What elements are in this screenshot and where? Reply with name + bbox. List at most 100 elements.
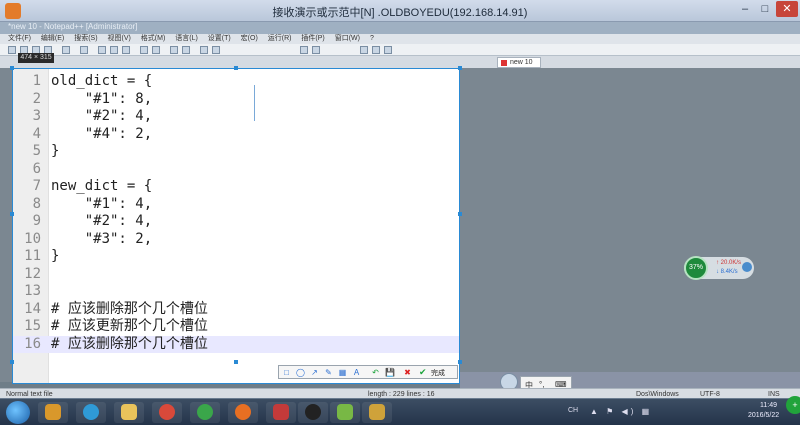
close-button[interactable]: ✕ <box>776 1 798 17</box>
tray-icons[interactable]: ▲ ⚑ ◀) ▦ <box>590 407 652 416</box>
code-text[interactable]: "#2": 4, <box>51 108 152 125</box>
code-text[interactable]: # 应该删除那个几个槽位 <box>51 336 208 353</box>
taskbar-app-explorer[interactable] <box>114 402 144 423</box>
record-macro-icon[interactable] <box>360 46 368 54</box>
code-line[interactable]: 15 # 应该更新那个几个槽位 <box>13 318 459 335</box>
taskbar-app-notes[interactable] <box>330 402 360 423</box>
menu-window[interactable]: 窗口(W) <box>335 34 360 44</box>
screenshot-selection[interactable]: 1 old_dict = {2 "#1": 8, 3 "#2": 4, 4 "#4":… <box>12 68 460 384</box>
undo-icon[interactable] <box>140 46 148 54</box>
taskbar-app-media[interactable] <box>266 402 296 423</box>
code-line[interactable]: 13 <box>13 283 459 300</box>
redo-icon[interactable] <box>152 46 160 54</box>
code-line[interactable]: 14 # 应该删除那个几个槽位 <box>13 301 459 318</box>
code-text[interactable]: "#2": 4, <box>51 213 152 230</box>
notification-badge[interactable]: + <box>786 396 800 414</box>
print-icon[interactable] <box>80 46 88 54</box>
zoom-out-icon[interactable] <box>212 46 220 54</box>
code-text[interactable]: old_dict = { <box>51 73 152 90</box>
resize-handle-right[interactable] <box>458 212 462 216</box>
clock-date[interactable]: 2016/5/22 <box>748 412 779 419</box>
menu-macro[interactable]: 宏(O) <box>241 34 258 44</box>
menu-view[interactable]: 视图(V) <box>108 34 131 44</box>
resize-handle-bottom[interactable] <box>234 360 238 364</box>
code-text[interactable]: "#1": 8, <box>51 91 152 108</box>
code-line[interactable]: 10 "#3": 2, <box>13 231 459 248</box>
taskbar-app-tool[interactable] <box>362 402 392 423</box>
menu-help[interactable]: ? <box>370 34 374 44</box>
maximize-button[interactable]: □ <box>756 1 774 17</box>
code-line[interactable]: 6 <box>13 161 459 178</box>
cut-icon[interactable] <box>98 46 106 54</box>
cancel-capture-icon[interactable]: ✖ <box>403 368 412 377</box>
code-text[interactable]: # 应该删除那个几个槽位 <box>51 301 208 318</box>
network-monitor-widget[interactable]: 37% ↑ 20.0K/s ↓ 8.4K/s <box>684 256 754 280</box>
code-line[interactable]: 11} <box>13 248 459 265</box>
code-text[interactable]: } <box>51 248 59 265</box>
taskbar-app-firefox[interactable] <box>228 402 258 423</box>
code-line[interactable]: 7 new_dict = { <box>13 178 459 195</box>
menu-plugins[interactable]: 插件(P) <box>301 34 324 44</box>
menu-language[interactable]: 语言(L) <box>175 34 198 44</box>
taskbar-app-chrome[interactable] <box>152 402 182 423</box>
done-button[interactable]: 完成 <box>431 368 445 378</box>
stop-macro-icon[interactable] <box>372 46 380 54</box>
menu-settings[interactable]: 设置(T) <box>208 34 231 44</box>
code-text[interactable]: "#1": 4, <box>51 196 152 213</box>
code-line[interactable]: 1 old_dict = { <box>13 73 459 90</box>
confirm-check-icon[interactable]: ✔ <box>419 367 427 378</box>
copy-icon[interactable] <box>110 46 118 54</box>
menu-format[interactable]: 格式(M) <box>141 34 166 44</box>
taskbar-app-ie[interactable] <box>76 402 106 423</box>
tray-language[interactable]: CH <box>568 407 578 414</box>
menu-file[interactable]: 文件(F) <box>8 34 31 44</box>
show-all-icon[interactable] <box>312 46 320 54</box>
paste-icon[interactable] <box>122 46 130 54</box>
menu-run[interactable]: 运行(R) <box>268 34 292 44</box>
undo-tool-icon[interactable]: ↶ <box>371 368 380 377</box>
text-tool-icon[interactable]: A <box>352 368 361 377</box>
save-capture-icon[interactable]: 💾 <box>385 368 395 377</box>
minimize-button[interactable]: – <box>736 1 754 17</box>
taskbar-app-qq[interactable] <box>298 402 328 423</box>
code-line[interactable]: 4 "#4": 2, <box>13 126 459 143</box>
start-button[interactable] <box>6 401 30 424</box>
code-line[interactable]: 8 "#1": 4, <box>13 196 459 213</box>
code-line[interactable]: 2 "#1": 8, <box>13 91 459 108</box>
new-file-icon[interactable] <box>8 46 16 54</box>
zoom-in-icon[interactable] <box>200 46 208 54</box>
resize-handle-top-left[interactable] <box>10 66 14 70</box>
close-file-icon[interactable] <box>62 46 70 54</box>
code-line[interactable]: 16 # 应该删除那个几个槽位 <box>13 335 459 353</box>
code-line[interactable]: 3 "#2": 4, <box>13 108 459 125</box>
line-number: 15 <box>24 318 41 334</box>
code-text[interactable]: } <box>51 143 59 160</box>
code-text[interactable]: new_dict = { <box>51 178 152 195</box>
taskbar-app-store[interactable] <box>38 402 68 423</box>
code-text[interactable]: # 应该更新那个几个槽位 <box>51 318 208 335</box>
resize-handle-bottom-right[interactable] <box>458 360 462 364</box>
resize-handle-left[interactable] <box>10 212 14 216</box>
rectangle-tool-icon[interactable]: □ <box>282 368 291 377</box>
find-icon[interactable] <box>170 46 178 54</box>
tab-new-10[interactable]: new 10 <box>497 57 541 68</box>
clock-time[interactable]: 11:49 <box>760 402 777 409</box>
arrow-tool-icon[interactable]: ↗ <box>310 368 319 377</box>
taskbar-app-browser[interactable] <box>190 402 220 423</box>
play-macro-icon[interactable] <box>384 46 392 54</box>
replace-icon[interactable] <box>182 46 190 54</box>
pen-tool-icon[interactable]: ✎ <box>324 368 333 377</box>
code-text[interactable]: "#3": 2, <box>51 231 152 248</box>
mosaic-tool-icon[interactable]: ▦ <box>338 368 347 377</box>
resize-handle-bottom-left[interactable] <box>10 360 14 364</box>
code-line[interactable]: 5} <box>13 143 459 160</box>
menu-edit[interactable]: 编辑(E) <box>41 34 64 44</box>
code-text[interactable]: "#4": 2, <box>51 126 152 143</box>
menu-search[interactable]: 搜索(S) <box>74 34 97 44</box>
code-line[interactable]: 9 "#2": 4, <box>13 213 459 230</box>
wrap-icon[interactable] <box>300 46 308 54</box>
resize-handle-top-right[interactable] <box>458 66 462 70</box>
ellipse-tool-icon[interactable]: ◯ <box>296 368 305 377</box>
resize-handle-top[interactable] <box>234 66 238 70</box>
code-line[interactable]: 12 <box>13 266 459 283</box>
